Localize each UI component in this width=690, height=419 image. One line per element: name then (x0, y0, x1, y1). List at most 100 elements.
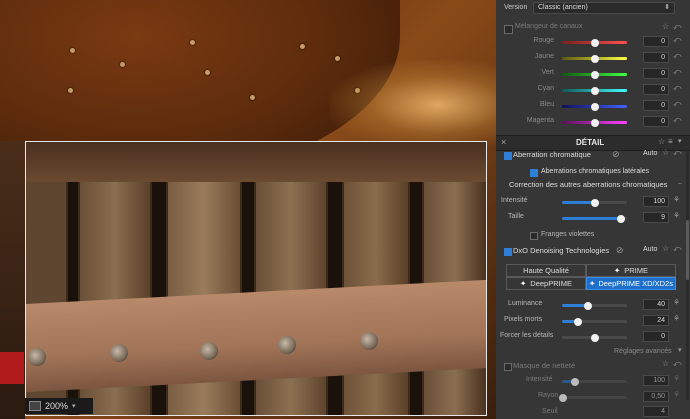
zoom-level[interactable]: 200% (45, 401, 68, 411)
dead-pixels-slider[interactable] (562, 317, 627, 326)
dead-pixels-value[interactable]: 24 (643, 315, 669, 326)
star-icon[interactable]: ☆ (662, 148, 669, 157)
lateral-aberration-checkbox[interactable] (530, 169, 538, 177)
slider-knob[interactable] (616, 214, 625, 223)
chevron-down-icon[interactable]: ▾ (72, 402, 76, 410)
scrollbar-thumb[interactable] (686, 220, 689, 280)
reset-icon[interactable]: ⤺ (673, 359, 682, 369)
slider-fill (562, 201, 595, 204)
sharpness-checkbox[interactable] (504, 363, 512, 371)
reset-icon[interactable]: ⤺ (673, 83, 682, 93)
luminance-value[interactable]: 40 (643, 299, 669, 310)
zoom-preview[interactable] (25, 141, 487, 416)
channel-mixer-value[interactable]: 0 (643, 116, 669, 127)
ca-size-value[interactable]: 9 (643, 212, 669, 223)
channel-mixer-value[interactable]: 0 (643, 52, 669, 63)
preview-bolt (200, 342, 218, 360)
luminance-slider[interactable] (562, 301, 627, 310)
slider-knob[interactable] (590, 54, 599, 63)
denoise-auto-label[interactable]: Auto (643, 246, 657, 253)
magic-wand-icon[interactable]: ⚘ (673, 390, 680, 399)
version-select[interactable]: Classic (ancien) ⬍ (533, 2, 675, 14)
channel-mixer-value[interactable]: 0 (643, 68, 669, 79)
purple-fringe-label: Franges violettes (541, 231, 595, 238)
slider-knob[interactable] (590, 102, 599, 111)
slider-knob[interactable] (590, 38, 599, 47)
reset-icon[interactable]: ⤺ (673, 22, 682, 32)
slider-fill (562, 217, 621, 220)
denoise-option-high-quality[interactable]: Haute Qualité (506, 264, 586, 277)
menu-icon[interactable]: ≡ (668, 137, 673, 146)
reset-icon[interactable]: ⤺ (673, 115, 682, 125)
slider-knob[interactable] (590, 198, 599, 207)
sharp-intensity-slider[interactable] (562, 377, 627, 386)
star-icon[interactable]: ☆ (662, 22, 669, 31)
channel-mixer-checkbox[interactable] (504, 25, 513, 34)
preview-bolt (110, 344, 128, 362)
option-label: DeepPRIME (530, 279, 572, 288)
magic-wand-icon[interactable]: ⚘ (673, 298, 680, 307)
image-viewer[interactable]: 200% ▾ (0, 0, 496, 419)
purple-fringe-checkbox[interactable] (530, 232, 538, 240)
sharp-intensity-value[interactable]: 100 (643, 375, 669, 386)
advanced-settings-link[interactable]: Réglages avancés (614, 348, 672, 355)
force-details-slider[interactable] (562, 333, 627, 342)
preview-bolt (278, 336, 296, 354)
star-icon[interactable]: ☆ (662, 244, 669, 253)
chevron-down-icon[interactable]: ▾ (678, 346, 682, 354)
eye-hidden-icon[interactable]: ⊘ (616, 245, 624, 256)
reset-icon[interactable]: ⤺ (673, 67, 682, 77)
magic-wand-icon[interactable]: ⚘ (673, 195, 680, 204)
sharp-radius-slider[interactable] (559, 393, 627, 402)
denoise-option-deepprime[interactable]: ✦ DeepPRIME (506, 277, 586, 290)
ca-size-slider[interactable] (562, 214, 627, 223)
channel-mixer-slider[interactable] (562, 102, 627, 111)
denoise-checkbox[interactable] (504, 248, 512, 256)
slider-knob[interactable] (573, 317, 582, 326)
detail-section-header[interactable]: × DÉTAIL ☆ ≡ ▾ (496, 135, 690, 151)
reset-icon[interactable]: ⤺ (673, 99, 682, 109)
channel-mixer-value[interactable]: 0 (643, 100, 669, 111)
magic-wand-icon[interactable]: ⚘ (673, 314, 680, 323)
channel-mixer-label: Jaune (534, 53, 554, 60)
ca-intensity-slider[interactable] (562, 198, 627, 207)
zoom-control[interactable]: 200% ▾ (25, 398, 93, 414)
force-details-value[interactable]: 0 (643, 331, 669, 342)
channel-mixer-value[interactable]: 0 (643, 84, 669, 95)
slider-knob[interactable] (584, 301, 592, 310)
option-label: PRIME (624, 266, 649, 275)
reset-icon[interactable]: ⤺ (673, 148, 682, 158)
star-icon[interactable]: ☆ (662, 359, 669, 368)
channel-mixer-slider[interactable] (562, 38, 627, 47)
channel-mixer-value[interactable]: 0 (643, 36, 669, 47)
channel-mixer-slider[interactable] (562, 118, 627, 127)
reset-icon[interactable]: ⤺ (673, 51, 682, 61)
denoise-option-deepprime-xd[interactable]: ✦ DeepPRIME XD/XD2s (586, 277, 676, 290)
chevron-down-icon[interactable]: ▾ (678, 137, 682, 145)
sharp-threshold-value[interactable]: 4 (643, 406, 669, 417)
reset-icon[interactable]: ⤺ (673, 244, 682, 254)
navigator-icon[interactable] (29, 401, 41, 411)
chromatic-aberration-checkbox[interactable] (504, 152, 512, 160)
sharp-threshold-label: Seuil (542, 408, 558, 415)
slider-knob[interactable] (590, 333, 599, 342)
close-icon[interactable]: × (501, 137, 506, 147)
sharp-radius-value[interactable]: 0,50 (643, 391, 669, 402)
slider-knob[interactable] (590, 70, 599, 79)
chromatic-auto-label[interactable]: Auto (643, 150, 657, 157)
denoise-option-prime[interactable]: ✦ PRIME (586, 264, 676, 277)
panel-scrollbar[interactable] (686, 150, 689, 400)
slider-knob[interactable] (590, 86, 599, 95)
reset-icon[interactable]: ⤺ (673, 35, 682, 45)
slider-knob[interactable] (571, 377, 579, 386)
ca-intensity-value[interactable]: 100 (643, 196, 669, 207)
channel-mixer-slider[interactable] (562, 70, 627, 79)
magic-wand-icon[interactable]: ⚘ (673, 211, 680, 220)
slider-knob[interactable] (590, 118, 599, 127)
channel-mixer-slider[interactable] (562, 54, 627, 63)
slider-knob[interactable] (559, 393, 568, 402)
eye-hidden-icon[interactable]: ⊘ (612, 149, 620, 160)
channel-mixer-slider[interactable] (562, 86, 627, 95)
magic-wand-icon[interactable]: ⚘ (673, 374, 680, 383)
star-icon[interactable]: ☆ (658, 137, 665, 146)
